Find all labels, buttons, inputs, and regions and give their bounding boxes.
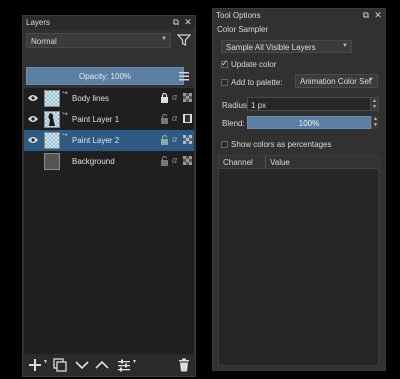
inherit-alpha-icon[interactable]: [183, 93, 192, 102]
caret-down-icon[interactable]: ▼: [43, 359, 48, 373]
sliders-icon[interactable]: [117, 358, 131, 372]
blend-slider[interactable]: 100%: [247, 116, 371, 129]
opacity-value: 100%: [110, 72, 132, 81]
layer-list[interactable]: ↪ Body lines α ↪ Paint Layer 1 α ↪ Paint…: [24, 88, 194, 368]
show-percentages-checkbox[interactable]: [221, 141, 228, 148]
hamburger-icon[interactable]: [179, 71, 189, 81]
figure-thumbnail-icon: [48, 113, 55, 126]
update-color-checkbox[interactable]: [221, 58, 229, 69]
column-header-channel[interactable]: Channel: [223, 158, 253, 167]
alpha-icon[interactable]: α: [172, 113, 177, 123]
tool-options-docker: Tool Options ⧉ ✕ Color Sampler Sample Al…: [212, 8, 386, 371]
spin-arrows-icon[interactable]: ▲ ▼: [371, 116, 379, 129]
blend-value: 100%: [298, 119, 320, 128]
palette-value: Animation Color Set: [300, 77, 372, 86]
plus-icon[interactable]: [28, 358, 42, 372]
alpha-icon[interactable]: α: [172, 155, 177, 165]
chevron-down-icon: ▼: [342, 43, 348, 49]
layer-row[interactable]: Background α: [24, 151, 194, 172]
trash-icon[interactable]: [177, 358, 191, 372]
sample-mode-dropdown[interactable]: Sample All Visible Layers ▼: [221, 40, 352, 53]
opacity-slider[interactable]: Opacity: 100%: [26, 67, 184, 85]
close-icon[interactable]: ✕: [183, 17, 193, 27]
column-header-value[interactable]: Value: [270, 158, 290, 167]
show-percentages-label: Show colors as percentages: [231, 140, 332, 149]
layer-thumbnail: [44, 153, 60, 170]
layer-thumbnail: [44, 90, 60, 107]
layer-name: Body lines: [72, 94, 109, 103]
radius-value: 1 px: [251, 101, 267, 110]
opacity-label: Opacity:: [78, 72, 109, 81]
eye-icon[interactable]: [28, 136, 38, 144]
duplicate-icon[interactable]: [53, 358, 67, 372]
blend-mode-value: Normal: [31, 37, 57, 46]
filter-icon[interactable]: [177, 33, 191, 47]
layers-title: Layers: [26, 18, 51, 27]
layer-row[interactable]: ↪ Paint Layer 2 α: [24, 130, 194, 151]
alpha-icon[interactable]: α: [172, 92, 177, 102]
chevron-down-icon: ▼: [368, 77, 374, 83]
radius-label: Radius:: [222, 101, 250, 110]
layer-thumbnail: [44, 111, 60, 128]
inherit-alpha-icon[interactable]: [183, 135, 192, 144]
close-icon[interactable]: ✕: [373, 10, 383, 20]
radius-spinbox[interactable]: 1 px ▲ ▼: [247, 97, 379, 111]
update-color-label: Update color: [231, 60, 277, 69]
layers-docker: Layers ⧉ ✕ Normal ▼ Opacity: 100% ↪ Body…: [22, 15, 196, 377]
layer-row[interactable]: ↪ Body lines α: [24, 88, 194, 109]
layer-name: Paint Layer 1: [72, 115, 120, 124]
unlock-icon[interactable]: [160, 156, 169, 166]
table-header: Channel Value: [219, 156, 378, 169]
layer-name: Paint Layer 2: [72, 136, 120, 145]
float-icon[interactable]: ⧉: [361, 10, 371, 20]
spin-arrows-icon[interactable]: ▲ ▼: [370, 98, 378, 110]
blend-label: Blend:: [222, 119, 245, 128]
curl-icon: ↪: [62, 111, 68, 118]
chevron-up-icon[interactable]: [95, 358, 109, 372]
palette-dropdown[interactable]: Animation Color Set ▼: [295, 74, 378, 88]
add-to-palette-checkbox[interactable]: [221, 79, 228, 86]
inherit-alpha-icon[interactable]: [183, 156, 192, 165]
alpha-icon[interactable]: α: [172, 134, 177, 144]
tool-name-label: Color Sampler: [217, 25, 269, 34]
column-divider[interactable]: [265, 156, 266, 169]
layer-thumbnail: [44, 132, 60, 149]
float-icon[interactable]: ⧉: [171, 17, 181, 27]
curl-icon: ↪: [62, 132, 68, 139]
unlock-icon[interactable]: [160, 135, 169, 145]
channel-value-table[interactable]: Channel Value: [218, 155, 379, 366]
layer-toolbar: ▼ ▼: [23, 354, 195, 376]
curl-icon: ↪: [62, 90, 68, 97]
layer-row[interactable]: ↪ Paint Layer 1 α: [24, 109, 194, 130]
chevron-down-icon[interactable]: [75, 358, 89, 372]
lock-icon[interactable]: [160, 93, 169, 103]
tool-options-titlebar: Tool Options ⧉ ✕: [213, 9, 385, 22]
sample-mode-value: Sample All Visible Layers: [226, 43, 316, 52]
caret-down-icon[interactable]: ▼: [132, 359, 137, 373]
eye-icon[interactable]: [28, 94, 38, 102]
layers-titlebar: Layers ⧉ ✕: [23, 16, 195, 29]
tool-options-title: Tool Options: [216, 11, 261, 20]
inherit-alpha-icon[interactable]: [183, 114, 192, 123]
unlock-icon[interactable]: [160, 114, 169, 124]
blend-mode-dropdown[interactable]: Normal ▼: [26, 33, 171, 48]
add-to-palette-label: Add to palette:: [231, 78, 283, 87]
chevron-down-icon: ▼: [161, 36, 167, 42]
eye-icon[interactable]: [28, 115, 38, 123]
layer-name: Background: [72, 157, 115, 166]
